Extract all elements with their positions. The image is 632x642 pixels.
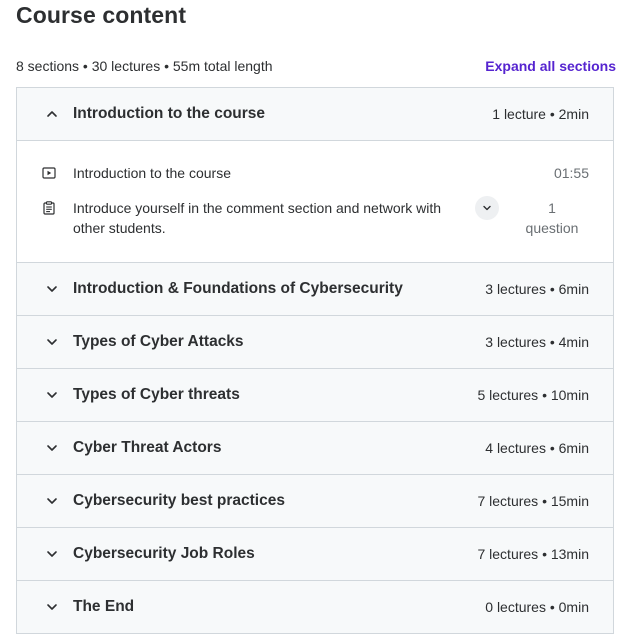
lecture-duration: 01:55 — [553, 165, 589, 181]
course-summary: 8 sections • 30 lectures • 55m total len… — [16, 58, 273, 74]
lecture-title[interactable]: Introduce yourself in the comment sectio… — [73, 198, 463, 238]
chevron-down-icon — [43, 386, 61, 404]
question-count-number: 1 — [548, 200, 556, 216]
section-header-cyber-threats[interactable]: Types of Cyber threats 5 lectures • 10mi… — [17, 369, 613, 422]
section-body-introduction: Introduction to the course 01:55 Introdu… — [17, 141, 613, 263]
section-meta: 4 lectures • 6min — [485, 440, 589, 456]
section-header-introduction[interactable]: Introduction to the course 1 lecture • 2… — [17, 88, 613, 141]
question-count-label: question — [525, 220, 579, 236]
section-title: Types of Cyber Attacks — [73, 333, 244, 350]
section-header-threat-actors[interactable]: Cyber Threat Actors 4 lectures • 6min — [17, 422, 613, 475]
chevron-down-icon — [43, 439, 61, 457]
chevron-up-icon — [43, 105, 61, 123]
sections-list: Introduction to the course 1 lecture • 2… — [16, 87, 614, 634]
section-header-best-practices[interactable]: Cybersecurity best practices 7 lectures … — [17, 475, 613, 528]
question-count: 1 question — [525, 198, 579, 238]
expand-all-sections-button[interactable]: Expand all sections — [485, 58, 616, 74]
chevron-down-icon — [43, 280, 61, 298]
section-header-cyber-attacks[interactable]: Types of Cyber Attacks 3 lectures • 4min — [17, 316, 613, 369]
assignment-icon — [41, 198, 57, 218]
section-meta: 7 lectures • 13min — [477, 546, 589, 562]
lecture-item[interactable]: Introduce yourself in the comment sectio… — [41, 196, 589, 238]
section-meta: 7 lectures • 15min — [477, 493, 589, 509]
section-title: Types of Cyber threats — [73, 386, 240, 403]
section-title: Cybersecurity Job Roles — [73, 545, 255, 562]
chevron-down-icon — [43, 598, 61, 616]
chevron-down-icon — [43, 333, 61, 351]
course-content-panel: Course content 8 sections • 30 lectures … — [0, 0, 632, 642]
video-icon — [41, 163, 57, 183]
chevron-down-icon[interactable] — [475, 196, 499, 220]
section-title: Cybersecurity best practices — [73, 492, 285, 509]
lecture-item[interactable]: Introduction to the course 01:55 — [41, 163, 589, 183]
section-meta: 5 lectures • 10min — [477, 387, 589, 403]
section-header-job-roles[interactable]: Cybersecurity Job Roles 7 lectures • 13m… — [17, 528, 613, 581]
chevron-down-icon — [43, 492, 61, 510]
lecture-title[interactable]: Introduction to the course — [73, 163, 554, 183]
section-meta: 3 lectures • 6min — [485, 281, 589, 297]
summary-row: 8 sections • 30 lectures • 55m total len… — [16, 56, 616, 76]
section-title: Introduction to the course — [73, 105, 266, 122]
section-meta: 0 lectures • 0min — [485, 599, 589, 615]
section-title: Introduction & Foundations of Cybersecur… — [73, 280, 403, 297]
section-title: Cyber Threat Actors — [73, 439, 222, 456]
page-title: Course content — [16, 2, 187, 28]
section-header-foundations[interactable]: Introduction & Foundations of Cybersecur… — [17, 263, 613, 316]
section-header-the-end[interactable]: The End 0 lectures • 0min — [17, 581, 613, 634]
section-meta: 3 lectures • 4min — [485, 334, 589, 350]
section-meta: 1 lecture • 2min — [492, 106, 589, 122]
section-title: The End — [73, 598, 135, 615]
chevron-down-icon — [43, 545, 61, 563]
